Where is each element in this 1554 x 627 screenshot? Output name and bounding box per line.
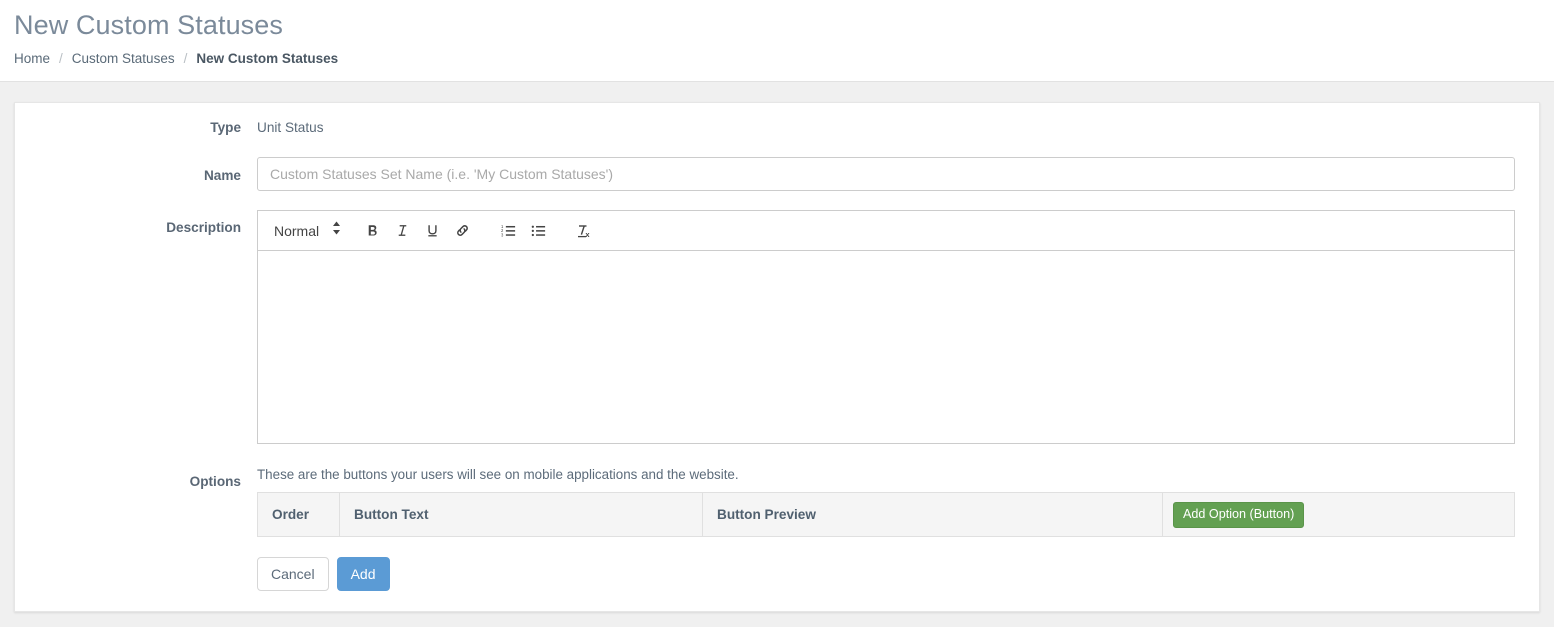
add-button[interactable]: Add — [336, 557, 390, 591]
link-icon[interactable] — [448, 219, 476, 243]
form-actions: Cancel Add — [15, 557, 1539, 591]
options-table: Order Button Text Button Preview Add Opt… — [257, 492, 1515, 537]
ordered-list-icon[interactable]: 1 2 3 — [494, 219, 522, 243]
card-wrapper: Type Unit Status Name Description Normal — [0, 82, 1554, 612]
cancel-button[interactable]: Cancel — [257, 557, 329, 591]
editor-toolbar: Normal 1 2 3 x — [257, 210, 1515, 250]
column-header-order: Order — [257, 492, 340, 537]
name-field-area — [257, 157, 1539, 191]
clear-format-icon[interactable]: x — [570, 219, 598, 243]
page-header: New Custom Statuses Home / Custom Status… — [0, 0, 1554, 82]
breadcrumb-item-custom-statuses[interactable]: Custom Statuses — [72, 51, 175, 66]
editor-clean-button: x — [569, 219, 599, 243]
form-row-options: Options These are the buttons your users… — [15, 466, 1539, 537]
editor-format-buttons — [357, 219, 477, 243]
column-header-button-preview: Button Preview — [702, 492, 1163, 537]
bold-icon[interactable] — [358, 219, 386, 243]
svg-text:3: 3 — [501, 232, 504, 237]
bullet-list-icon[interactable] — [524, 219, 552, 243]
format-picker-label: Normal — [274, 222, 320, 239]
breadcrumb-separator: / — [183, 51, 188, 66]
type-value: Unit Status — [257, 120, 324, 135]
actions-spacer — [15, 557, 257, 591]
format-picker[interactable]: Normal — [266, 219, 347, 243]
breadcrumb-item-current: New Custom Statuses — [196, 51, 339, 66]
editor-list-buttons: 1 2 3 — [493, 219, 553, 243]
column-header-actions: Add Option (Button) — [1162, 492, 1515, 537]
options-area: These are the buttons your users will se… — [257, 466, 1539, 537]
description-label: Description — [166, 220, 241, 235]
add-option-button[interactable]: Add Option (Button) — [1173, 501, 1305, 528]
options-label: Options — [189, 474, 241, 489]
italic-icon[interactable] — [388, 219, 416, 243]
page-title: New Custom Statuses — [14, 10, 283, 40]
description-editor-content[interactable] — [257, 250, 1515, 444]
description-editor-area: Normal 1 2 3 x — [257, 210, 1539, 444]
breadcrumb-separator: / — [59, 51, 63, 66]
type-label: Type — [210, 120, 241, 135]
type-value-area: Unit Status — [257, 117, 1539, 138]
chevron-updown-icon — [332, 221, 341, 240]
breadcrumb-item-home[interactable]: Home — [14, 51, 50, 66]
options-table-header-row: Order Button Text Button Preview Add Opt… — [257, 492, 1515, 537]
form-row-description: Description Normal 1 2 3 x — [15, 210, 1539, 444]
form-row-name: Name — [15, 157, 1539, 191]
form-card: Type Unit Status Name Description Normal — [14, 102, 1540, 612]
form-row-type: Type Unit Status — [15, 117, 1539, 138]
underline-icon[interactable] — [418, 219, 446, 243]
options-table-head: Order Button Text Button Preview Add Opt… — [257, 492, 1515, 537]
column-header-button-text: Button Text — [339, 492, 703, 537]
name-label: Name — [203, 168, 241, 183]
name-input[interactable] — [257, 157, 1515, 191]
options-help-text: These are the buttons your users will se… — [257, 467, 739, 482]
svg-text:x: x — [586, 230, 591, 239]
breadcrumb: Home / Custom Statuses / New Custom Stat… — [14, 51, 1554, 66]
